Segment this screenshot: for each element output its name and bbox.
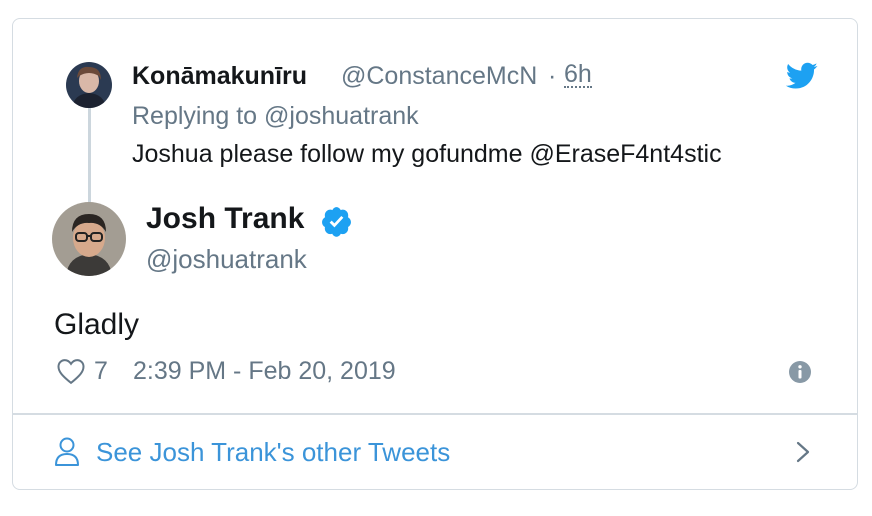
main-display-name[interactable]: Josh Trank bbox=[146, 202, 304, 236]
main-handle[interactable]: @joshuatrank bbox=[146, 244, 307, 275]
see-other-tweets-link[interactable]: See Josh Trank's other Tweets bbox=[54, 424, 834, 480]
footer-divider bbox=[13, 413, 858, 415]
replying-to-mention-link[interactable]: @joshuatrank bbox=[264, 102, 419, 130]
chevron-right-icon[interactable] bbox=[793, 438, 813, 466]
thread-connector-line bbox=[88, 106, 91, 204]
see-other-tweets-label: See Josh Trank's other Tweets bbox=[96, 436, 451, 467]
person-icon bbox=[54, 437, 80, 467]
main-tweet-text: Gladly bbox=[54, 308, 140, 341]
main-timestamp-link[interactable]: 2:39 PM - Feb 20, 2019 bbox=[133, 357, 396, 386]
verified-badge-icon bbox=[320, 205, 353, 238]
like-count[interactable]: 7 bbox=[94, 357, 108, 386]
parent-timestamp-link[interactable]: 6h bbox=[564, 62, 592, 88]
replying-to-line: Replying to @joshuatrank bbox=[132, 102, 419, 131]
parent-handle[interactable]: @ConstanceMcN bbox=[341, 62, 537, 91]
replying-to-label: Replying to bbox=[132, 102, 258, 130]
info-icon[interactable] bbox=[788, 360, 812, 384]
parent-display-name[interactable]: Konāmakunīru bbox=[132, 62, 307, 91]
main-avatar[interactable] bbox=[52, 202, 126, 276]
heart-icon[interactable] bbox=[56, 357, 86, 385]
parent-separator: · bbox=[548, 62, 557, 90]
parent-avatar[interactable] bbox=[66, 62, 112, 108]
parent-tweet-text: Joshua please follow my gofundme @EraseF… bbox=[132, 140, 722, 168]
twitter-bird-icon[interactable] bbox=[785, 62, 818, 90]
